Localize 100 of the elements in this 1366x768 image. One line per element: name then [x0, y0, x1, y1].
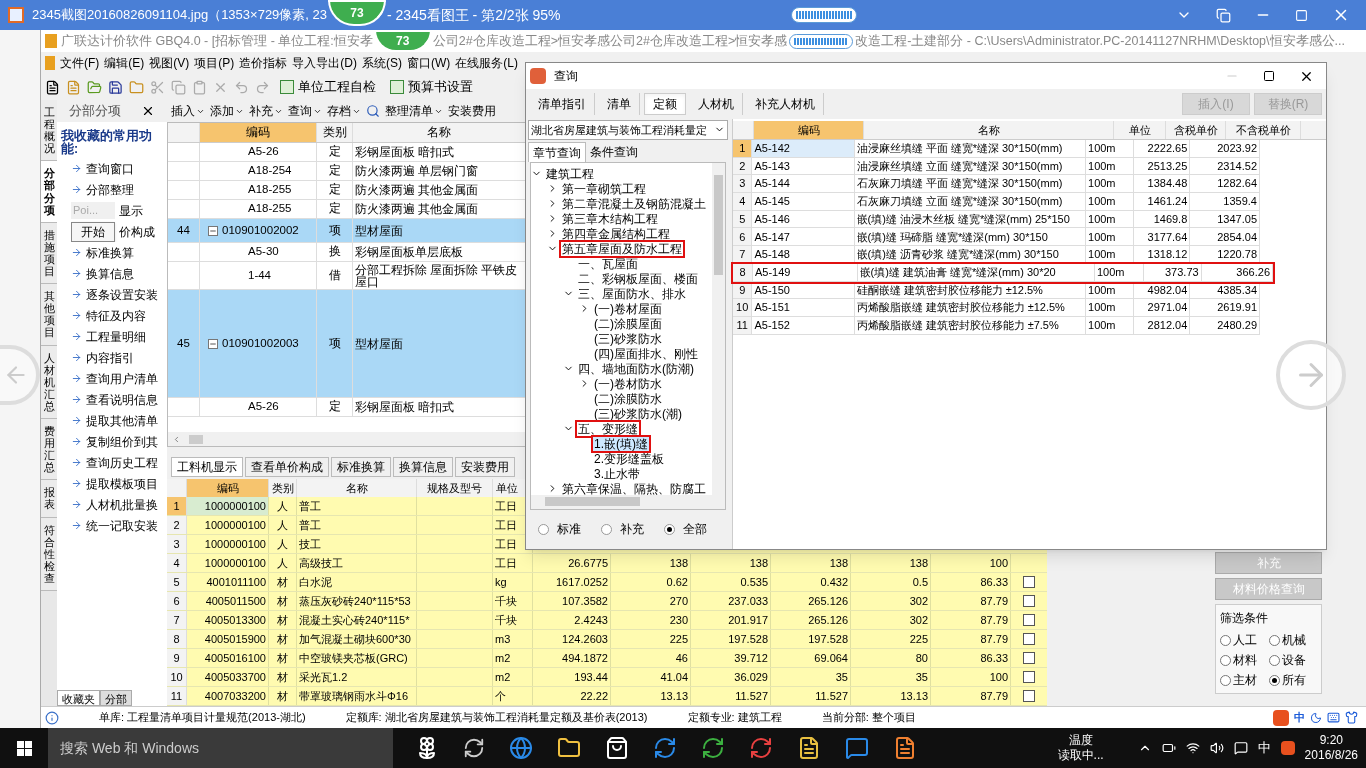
function-link[interactable]: 查询窗口	[86, 159, 134, 178]
toolbar-button[interactable]: 存档	[327, 102, 361, 120]
table-row[interactable]: 4 A5-145 石灰麻刀填缝 立面 缝宽*缝深 30*150(mm) 100m 1461.24 1359.4	[733, 193, 1260, 211]
tree-item[interactable]: 第五章屋面及防水工程	[561, 241, 683, 256]
menu-item[interactable]: 在线服务(L)	[455, 54, 518, 72]
filter-radio[interactable]: 主材	[1220, 671, 1269, 689]
toolbar-button[interactable]: 预算书设置	[386, 77, 477, 97]
function-link[interactable]: 换算信息	[86, 264, 134, 283]
tree-item[interactable]: (一)卷材屋面	[593, 301, 663, 316]
detail-tab[interactable]: 换算信息	[393, 457, 453, 477]
dialog-tab[interactable]: 补充人材机	[747, 93, 824, 115]
menu-item[interactable]: 文件(F)	[60, 54, 100, 72]
search-field[interactable]: 搜索 Web 和 Windows	[48, 728, 393, 768]
side-tab[interactable]: 分部分项	[41, 161, 57, 223]
menu-item[interactable]: 导入导出(D)	[292, 54, 357, 72]
dialog-tab[interactable]: 定额	[644, 93, 686, 115]
function-link[interactable]: 提取其他清单	[86, 411, 158, 430]
ime-indicator[interactable]: 中	[1257, 738, 1271, 758]
filter-radio[interactable]: 机械	[1268, 631, 1317, 649]
detail-tab[interactable]: 标准换算	[331, 457, 391, 477]
table-row[interactable]: 7 A5-148 嵌(填)缝 沥青砂浆 缝宽*缝深(mm) 30*150 100m 1318.12 1220.78	[733, 246, 1260, 264]
side-tab[interactable]: 人材机汇总	[41, 345, 57, 419]
detail-tab[interactable]: 安装费用	[455, 457, 515, 477]
scope-radio[interactable]: 全部	[664, 520, 707, 539]
tree-item[interactable]: 1.嵌(填)缝	[593, 436, 649, 451]
menu-item[interactable]: 窗口(W)	[407, 54, 451, 72]
table-row[interactable]: 6 A5-147 嵌(填)缝 玛碲脂 缝宽*缝深(mm) 30*150 100m 3177.64 2854.04	[733, 228, 1260, 247]
table-row[interactable]: 5 A5-146 嵌(填)缝 油浸木丝板 缝宽*缝深(mm) 25*150 100m 1469.8 1347.05	[733, 210, 1260, 229]
function-link[interactable]: 查看说明信息	[86, 390, 158, 409]
side-tab[interactable]: 其他项目	[41, 284, 57, 346]
menu-item[interactable]: 视图(V)	[149, 54, 190, 72]
filter-radio[interactable]: 材料	[1220, 651, 1269, 669]
tree-item[interactable]: 第三章木结构工程	[561, 211, 659, 226]
toolbar-button[interactable]: 单位工程自检	[276, 77, 380, 97]
table-row[interactable]: 11 A5-152 丙烯酸脂嵌缝 建筑密封胶位移能力 ±7.5% 100m 2812.04 2480.29	[733, 316, 1260, 335]
tree-item[interactable]: 二、彩钢板屋面、楼面	[577, 271, 699, 286]
toolbar-button[interactable]: 查询	[288, 102, 322, 120]
function-link[interactable]: 人材机批量换	[86, 495, 158, 514]
table-row[interactable]: 10 A5-151 丙烯酸脂嵌缝 建筑密封胶位移能力 ±12.5% 100m 2971.04 2619.91	[733, 299, 1260, 317]
panel-tab[interactable]: 收藏夹	[57, 690, 100, 706]
function-link[interactable]: 查询用户清单	[86, 369, 158, 388]
tree-item[interactable]: 建筑工程	[545, 166, 595, 181]
tree-item[interactable]: (二)涂膜防水	[593, 391, 663, 406]
side-tab[interactable]: 费用汇总	[41, 418, 57, 481]
menu-item[interactable]: 项目(P)	[194, 54, 235, 72]
toolbar-button[interactable]: 安装费用	[448, 102, 496, 120]
library-dropdown[interactable]: 湖北省房屋建筑与装饰工程消耗量定	[528, 120, 728, 140]
function-link[interactable]: 工程量明细	[86, 327, 146, 346]
dialog-tab[interactable]: 清单指引	[530, 93, 595, 115]
table-row[interactable]: 3 A5-144 石灰麻刀填缝 平面 缝宽*缝深 30*150(mm) 100m 1384.48 1282.64	[733, 175, 1260, 194]
function-link[interactable]: 价构成	[119, 222, 155, 241]
menu-item[interactable]: 造价指标	[239, 54, 288, 72]
menu-item[interactable]: 编辑(E)	[104, 54, 145, 72]
tree-item[interactable]: 第二章混凝土及钢筋混凝土	[561, 196, 707, 211]
tree-item[interactable]: (二)涂膜屋面	[593, 316, 663, 331]
function-link[interactable]: 统一记取安装	[86, 516, 158, 535]
function-link[interactable]: 提取模板项目	[86, 474, 158, 493]
filter-radio[interactable]: 人工	[1220, 631, 1269, 649]
tree-item[interactable]: 3.止水带	[593, 466, 641, 481]
tree-item[interactable]: 三、屋面防水、排水	[577, 286, 687, 301]
function-link[interactable]: 标准换算	[86, 243, 134, 262]
function-link[interactable]: 显示	[119, 201, 143, 220]
filter-radio[interactable]: 所有	[1268, 671, 1317, 689]
clock[interactable]: 9:20 2016/8/26	[1304, 733, 1358, 763]
function-link[interactable]: 内容指引	[86, 348, 134, 367]
toolbar-button[interactable]: 整理清单	[385, 102, 443, 120]
tree-item[interactable]: 第一章砌筑工程	[561, 181, 647, 196]
scope-radio[interactable]: 补充	[601, 520, 644, 539]
table-row[interactable]: 1 A5-142 油浸麻丝填缝 平面 缝宽*缝深 30*150(mm) 100m 2222.65 2023.92	[733, 140, 1260, 158]
function-link[interactable]: 特征及内容	[86, 306, 146, 325]
detail-tab[interactable]: 查看单价构成	[245, 457, 329, 477]
scope-radio[interactable]: 标准	[538, 520, 581, 539]
tree-item[interactable]: 四、墙地面防水(防潮)	[577, 361, 695, 376]
detail-tab[interactable]: 工料机显示	[171, 457, 243, 477]
tree-item[interactable]: (四)屋面排水、刚性	[593, 346, 699, 361]
toolbar-button[interactable]: 添加	[210, 102, 244, 120]
tree-item[interactable]: (三)砂浆防水	[593, 331, 663, 346]
start-button[interactable]: 开始	[71, 221, 115, 242]
function-link[interactable]: 复制组价到其	[86, 432, 158, 451]
tree-item[interactable]: 一、瓦屋面	[577, 256, 639, 271]
table-row[interactable]: 9 A5-150 硅酮嵌缝 建筑密封胶位移能力 ±12.5% 100m 4982.04 4385.34	[733, 281, 1260, 300]
tree-item[interactable]: 第四章金属结构工程	[561, 226, 671, 241]
toolbar-button[interactable]: 插入	[171, 102, 205, 120]
filter-radio[interactable]: 设备	[1268, 651, 1317, 669]
tree-item[interactable]: (一)卷材防水	[593, 376, 663, 391]
function-link[interactable]: 分部整理	[86, 180, 134, 199]
side-tab[interactable]: 报表	[41, 480, 57, 518]
function-link[interactable]: 查询历史工程	[86, 453, 158, 472]
panel-tab[interactable]: 分部	[100, 690, 132, 706]
table-row[interactable]: 2 A5-143 油浸麻丝填缝 立面 缝宽*缝深 30*150(mm) 100m 2513.25 2314.52	[733, 157, 1260, 176]
side-tab[interactable]: 符合性检查	[41, 517, 57, 591]
menu-item[interactable]: 系统(S)	[362, 54, 402, 72]
tree-item[interactable]: 2.变形缝盖板	[593, 451, 665, 466]
dialog-tab[interactable]: 清单	[599, 93, 640, 115]
side-tab[interactable]: 工程概况	[41, 100, 57, 162]
search-tab[interactable]: 章节查询	[528, 142, 586, 163]
toolbar-button[interactable]: 补充	[249, 102, 283, 120]
tree-item[interactable]: 五、变形缝	[577, 421, 639, 436]
side-tab[interactable]: 措施项目	[41, 222, 57, 285]
table-row[interactable]: 8 A5-149 嵌(填)缝 建筑油膏 缝宽*缝深(mm) 30*20 100m 373.73 366.26	[733, 263, 1273, 282]
